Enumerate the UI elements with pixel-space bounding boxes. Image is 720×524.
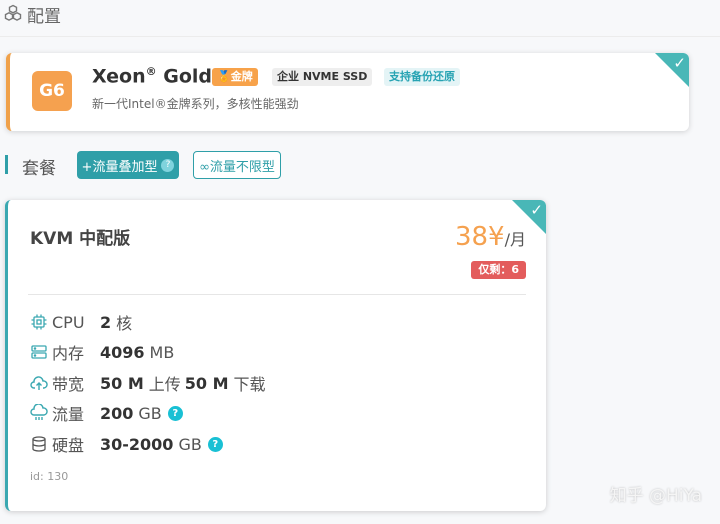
database-icon	[32, 436, 46, 452]
help-icon[interactable]: ?	[167, 405, 183, 421]
check-icon: ✓	[530, 201, 543, 219]
cloud-rain-icon	[30, 404, 48, 420]
section-title: 配置	[27, 7, 61, 27]
spec-disk: 硬盘 30-2000 GB ?	[30, 433, 223, 455]
stock-badge: 仅剩：6	[471, 261, 526, 279]
plan-name: KVM 中配版	[30, 229, 131, 249]
cpu-name: Xeon® Gold	[92, 65, 212, 88]
chip-icon	[31, 314, 47, 330]
header-divider	[0, 36, 720, 37]
cpu-description: 新一代Intel®金牌系列，多核性能强劲	[92, 97, 299, 111]
watermark: 知乎 @HiYa	[609, 486, 702, 506]
cubes-icon	[4, 4, 22, 21]
memory-icon	[31, 345, 47, 359]
gold-badge: 🏅金牌	[212, 68, 258, 86]
cpu-option-card[interactable]: G6 Xeon® Gold 🏅金牌 企业 NVME SSD 支持备份还原 新一代…	[6, 53, 689, 131]
backup-badge: 支持备份还原	[384, 68, 460, 86]
package-label: 套餐	[22, 159, 56, 179]
spec-bandwidth: 带宽 50 M 上传 50 M 下载	[30, 372, 270, 394]
medal-icon: 🏅	[217, 70, 231, 83]
plan-id: id: 130	[30, 470, 69, 483]
spec-cpu: CPU 2核	[30, 311, 136, 333]
tab-traffic-unlimited[interactable]: ∞流量不限型	[193, 151, 281, 179]
spec-memory: 内存 4096 MB	[30, 341, 178, 363]
plan-card[interactable]: KVM 中配版 38¥/月 仅剩：6 CPU 2核 内存 4096 MB 带宽 …	[5, 200, 546, 511]
cloud-upload-icon	[30, 376, 48, 390]
cpu-generation-tag: G6	[32, 71, 72, 111]
check-icon: ✓	[673, 54, 686, 72]
section-accent-bar	[5, 155, 8, 174]
help-icon[interactable]: ?	[161, 158, 175, 172]
tab-traffic-addon[interactable]: +流量叠加型 ?	[77, 151, 179, 179]
spec-traffic: 流量 200 GB ?	[30, 402, 183, 424]
ssd-badge: 企业 NVME SSD	[272, 68, 373, 86]
plan-divider	[28, 294, 526, 295]
help-icon[interactable]: ?	[207, 436, 223, 452]
